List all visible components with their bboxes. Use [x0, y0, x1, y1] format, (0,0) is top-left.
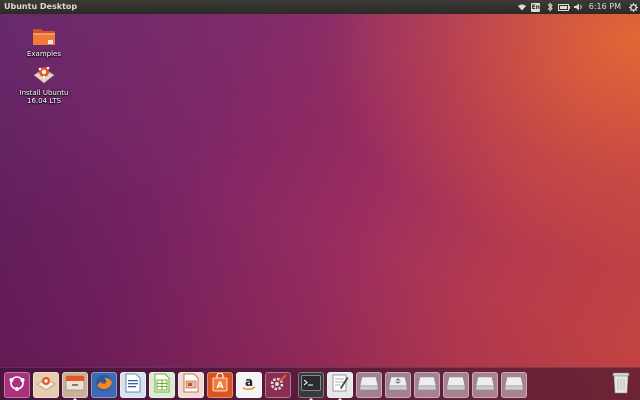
- installer-icon: [31, 63, 57, 87]
- wallpaper-facet: [0, 0, 640, 400]
- indicator-tray: En 6:16 PM: [515, 0, 640, 14]
- writer-icon: [125, 373, 141, 397]
- impress-icon: [183, 373, 199, 397]
- session-gear-icon[interactable]: [626, 0, 640, 14]
- file-cabinet-icon: [65, 374, 85, 396]
- desktop-icon-label-line1: Install Ubuntu: [19, 89, 69, 97]
- launcher-item-amazon[interactable]: a: [236, 372, 262, 398]
- network-icon[interactable]: [515, 0, 529, 14]
- volume-icon[interactable]: [571, 0, 585, 14]
- drive-icon: [446, 375, 466, 395]
- trash-icon: [611, 371, 631, 399]
- desktop-icon-examples[interactable]: Examples: [14, 24, 74, 58]
- clock[interactable]: 6:16 PM: [585, 0, 626, 14]
- usb-drive-icon: [388, 375, 408, 395]
- window-title: Ubuntu Desktop: [4, 2, 78, 11]
- launcher-item-drive[interactable]: [414, 372, 440, 398]
- system-settings-icon: [268, 373, 288, 397]
- drive-icon: [504, 375, 524, 395]
- drive-icon: [475, 375, 495, 395]
- top-panel: Ubuntu Desktop En 6:16 PM: [0, 0, 640, 14]
- launcher-item-drive[interactable]: [501, 372, 527, 398]
- ubuntu-logo-icon: [8, 374, 26, 396]
- svg-text:a: a: [245, 375, 253, 389]
- calc-icon: [154, 373, 170, 397]
- wallpaper-facet: [0, 0, 640, 400]
- installer-icon: [36, 374, 56, 396]
- launcher: A a: [0, 367, 640, 400]
- desktop-icon-label-line2: 16.04 LTS: [27, 97, 61, 105]
- launcher-item-software[interactable]: A: [207, 372, 233, 398]
- launcher-item-dash[interactable]: [4, 372, 30, 398]
- keyboard-layout-indicator[interactable]: En: [529, 0, 543, 14]
- terminal-icon: [301, 375, 321, 395]
- launcher-item-usb-drive[interactable]: [385, 372, 411, 398]
- launcher-item-editor[interactable]: [327, 372, 353, 398]
- bluetooth-icon[interactable]: [543, 0, 557, 14]
- drive-icon: [359, 375, 379, 395]
- launcher-item-trash[interactable]: [608, 371, 634, 399]
- launcher-item-drive[interactable]: [472, 372, 498, 398]
- launcher-item-settings[interactable]: [265, 372, 291, 398]
- wallpaper-facet: [0, 0, 640, 400]
- firefox-icon: [94, 373, 114, 397]
- amazon-icon: a: [240, 374, 258, 396]
- software-center-icon: A: [211, 372, 229, 397]
- launcher-item-firefox[interactable]: [91, 372, 117, 398]
- launcher-item-drive[interactable]: [443, 372, 469, 398]
- launcher-item-calc[interactable]: [149, 372, 175, 398]
- folder-icon: [31, 24, 57, 48]
- desktop-icon-label: Examples: [26, 50, 61, 58]
- drive-icon: [417, 375, 437, 395]
- svg-text:A: A: [217, 381, 224, 391]
- launcher-item-terminal[interactable]: [298, 372, 324, 398]
- launcher-item-impress[interactable]: [178, 372, 204, 398]
- keyboard-layout-label: En: [531, 2, 541, 12]
- desktop-icon-install-ubuntu[interactable]: Install Ubuntu 16.04 LTS: [14, 63, 74, 105]
- launcher-item-writer[interactable]: [120, 372, 146, 398]
- launcher-item-files[interactable]: [62, 372, 88, 398]
- battery-icon[interactable]: [557, 0, 571, 14]
- launcher-item-install-ubuntu[interactable]: [33, 372, 59, 398]
- launcher-item-drive[interactable]: [356, 372, 382, 398]
- text-editor-icon: [331, 373, 349, 397]
